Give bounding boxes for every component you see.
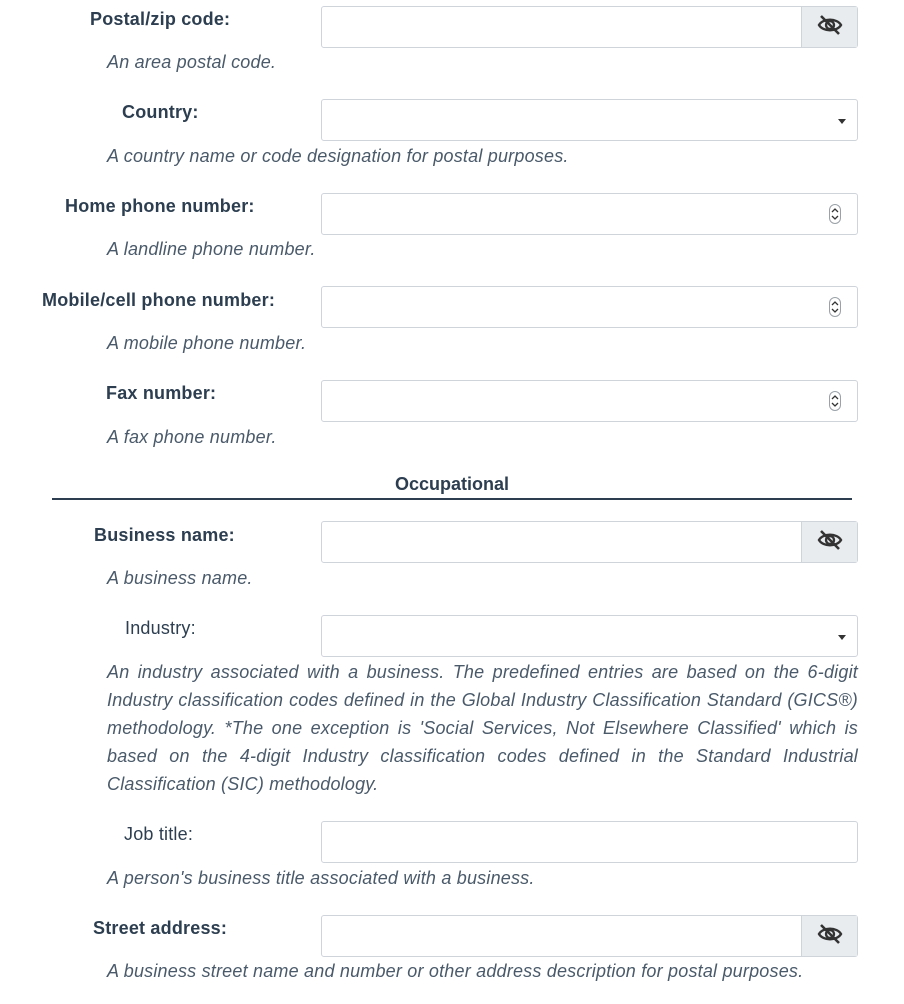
toggle-visibility-button[interactable] [801,916,857,956]
home-phone-help: A landline phone number. [107,239,316,259]
postal-code-help: An area postal code. [107,52,277,72]
street-address-input[interactable] [321,915,858,957]
fax-label: Fax number: [106,383,217,403]
industry-select[interactable] [321,615,858,657]
eye-slash-icon [816,529,844,556]
street-address-help: A business street name and number or oth… [107,961,804,981]
postal-code-label: Postal/zip code: [90,9,231,29]
business-name-help: A business name. [107,568,253,588]
street-address-label: Street address: [93,918,228,938]
business-name-label: Business name: [94,525,235,545]
industry-label: Industry: [125,618,196,638]
chevron-down-icon [838,635,846,640]
postal-code-input[interactable] [321,6,858,48]
business-name-input[interactable] [321,521,858,563]
number-spinner-icon[interactable] [829,391,841,411]
country-help: A country name or code designation for p… [107,146,569,166]
job-title-label: Job title: [124,824,194,844]
home-phone-input[interactable] [321,193,858,235]
toggle-visibility-button[interactable] [801,7,857,47]
job-title-input[interactable] [321,821,858,863]
industry-help: An industry associated with a business. … [107,662,858,794]
eye-slash-icon [816,14,844,41]
mobile-phone-label: Mobile/cell phone number: [42,290,276,310]
mobile-phone-help: A mobile phone number. [107,333,307,353]
number-spinner-icon[interactable] [829,204,841,224]
toggle-visibility-button[interactable] [801,522,857,562]
fax-help: A fax phone number. [107,427,277,447]
country-label: Country: [122,102,199,122]
chevron-down-icon [838,119,846,124]
section-title-occupational: Occupational [394,474,510,494]
section-divider [52,498,852,500]
country-select[interactable] [321,99,858,141]
number-spinner-icon[interactable] [829,297,841,317]
mobile-phone-input[interactable] [321,286,858,328]
job-title-help: A person's business title associated wit… [107,868,535,888]
home-phone-label: Home phone number: [65,196,255,216]
eye-slash-icon [816,923,844,950]
fax-input[interactable] [321,380,858,422]
